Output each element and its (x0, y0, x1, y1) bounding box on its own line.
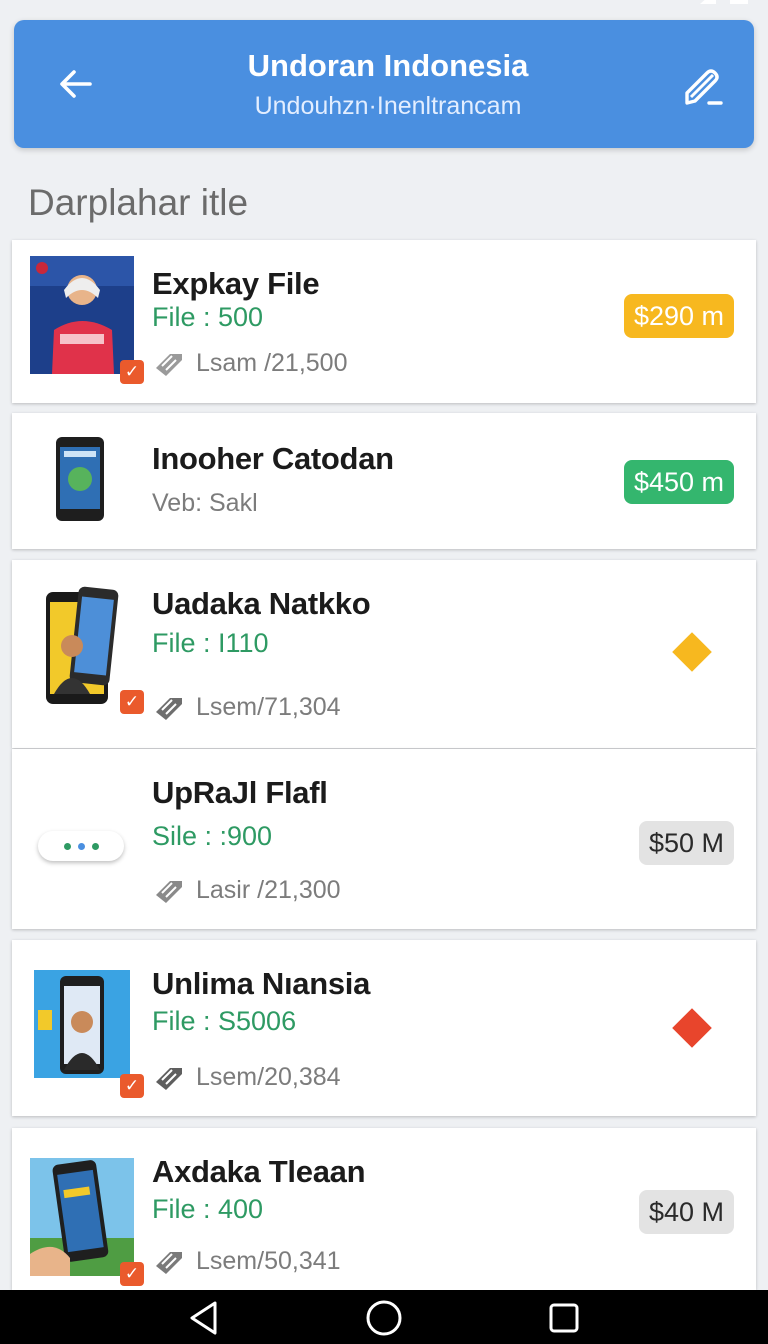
item-title: Inooher Catodan (152, 441, 394, 476)
list-item[interactable]: ✓ Unlima Nıansia File : S5006 Lsem/20,38… (12, 940, 756, 1116)
app-title: Undoran Indonesia (247, 48, 529, 83)
tag-icon (156, 698, 182, 720)
check-badge-icon: ✓ (120, 1262, 144, 1286)
dot-icon (77, 842, 85, 850)
app-bar: Undoran Indonesia Undouhzn·Inenltrancam (14, 20, 754, 148)
tag-icon (156, 1252, 182, 1274)
app-title-block: Undoran Indonesia Undouhzn·Inenltrancam (168, 48, 608, 121)
price-badge: $50 M (638, 821, 734, 865)
check-badge-icon: ✓ (120, 1074, 144, 1098)
item-thumbnail: ✓ (30, 970, 144, 1098)
pencil-edit-icon (685, 69, 723, 105)
status-bar (0, 0, 768, 18)
dot-icon (63, 842, 71, 850)
tag-icon (156, 881, 182, 903)
price-badge: $40 M (638, 1190, 734, 1234)
item-thumbnail: ✓ (30, 256, 144, 384)
item-thumbnail: ✓ (30, 1158, 144, 1286)
circle-home-icon (366, 1300, 402, 1336)
price-badge: $450 m (623, 460, 734, 504)
signal-icon (700, 0, 716, 4)
item-title: Uadaka Natkko (152, 586, 371, 621)
list-item[interactable]: ✓ Axdaka Tleaan File : 400 Lsem/50,341 $… (12, 1128, 756, 1290)
item-meta-text: Veb: Sakl (152, 489, 258, 517)
back-button[interactable] (52, 60, 100, 108)
list-item[interactable]: Inooher Catodan Veb: Sakl $450 m (12, 413, 756, 549)
status-icons (700, 0, 748, 4)
item-meta-text: Lsam /21,500 (196, 348, 348, 377)
edit-button[interactable] (676, 60, 728, 112)
item-meta: Lasir /21,300 (152, 873, 341, 907)
list-item[interactable]: ✓ Uadaka Natkko File : I110 Lsem/71,304 (12, 560, 756, 748)
dot-icon (91, 842, 99, 850)
nav-home-button[interactable] (364, 1298, 404, 1338)
item-meta: Lsem/71,304 (152, 690, 341, 724)
item-meta: Veb: Sakl (152, 489, 258, 518)
item-thumbnail (30, 423, 134, 541)
item-title: Axdaka Tleaan (152, 1154, 366, 1189)
item-file: File : S5006 (152, 1006, 297, 1036)
triangle-back-icon (190, 1301, 217, 1335)
item-meta-text: Lsem/71,304 (196, 692, 341, 721)
item-file: File : 500 (152, 302, 264, 332)
item-meta: Lsem/20,384 (152, 1060, 341, 1094)
arrow-back-icon (60, 70, 92, 98)
check-badge-icon: ✓ (120, 360, 144, 384)
item-title: Unlima Nıansia (152, 966, 371, 1001)
item-title: Expkay File (152, 266, 320, 301)
nav-back-button[interactable] (184, 1298, 224, 1338)
item-meta-text: Lsem/50,341 (196, 1246, 341, 1275)
section-title: Darplahar itle (28, 182, 249, 223)
check-badge-icon: ✓ (120, 690, 144, 714)
nav-recents-button[interactable] (544, 1298, 584, 1338)
item-meta: Lsem/50,341 (152, 1244, 341, 1278)
status-diamond-icon (672, 1008, 712, 1048)
item-meta-text: Lasir /21,300 (196, 875, 341, 904)
item-meta: Lsam /21,500 (152, 346, 348, 380)
list-item[interactable]: ✓ Expkay File File : 500 Lsam /21,500 $2… (12, 240, 756, 403)
price-badge: $290 m (623, 294, 734, 338)
tag-icon (156, 1068, 182, 1090)
battery-icon (730, 0, 748, 4)
item-file: File : 400 (152, 1194, 264, 1224)
app-subtitle: Undouhzn·Inenltrancam (254, 92, 522, 120)
list-item[interactable]: UpRaJl Flafl Sile : :900 Lasir /21,300 $… (12, 749, 756, 929)
tag-icon (156, 354, 182, 376)
item-meta-text: Lsem/20,384 (196, 1062, 341, 1091)
system-nav-bar (0, 1290, 768, 1344)
more-options-button[interactable] (38, 831, 124, 861)
item-file: File : I110 (152, 628, 269, 658)
status-diamond-icon (672, 632, 712, 672)
item-title: UpRaJl Flafl (152, 775, 328, 810)
item-thumbnail: ✓ (30, 586, 144, 714)
square-recents-icon (549, 1303, 579, 1333)
item-file: Sile : :900 (152, 821, 273, 851)
